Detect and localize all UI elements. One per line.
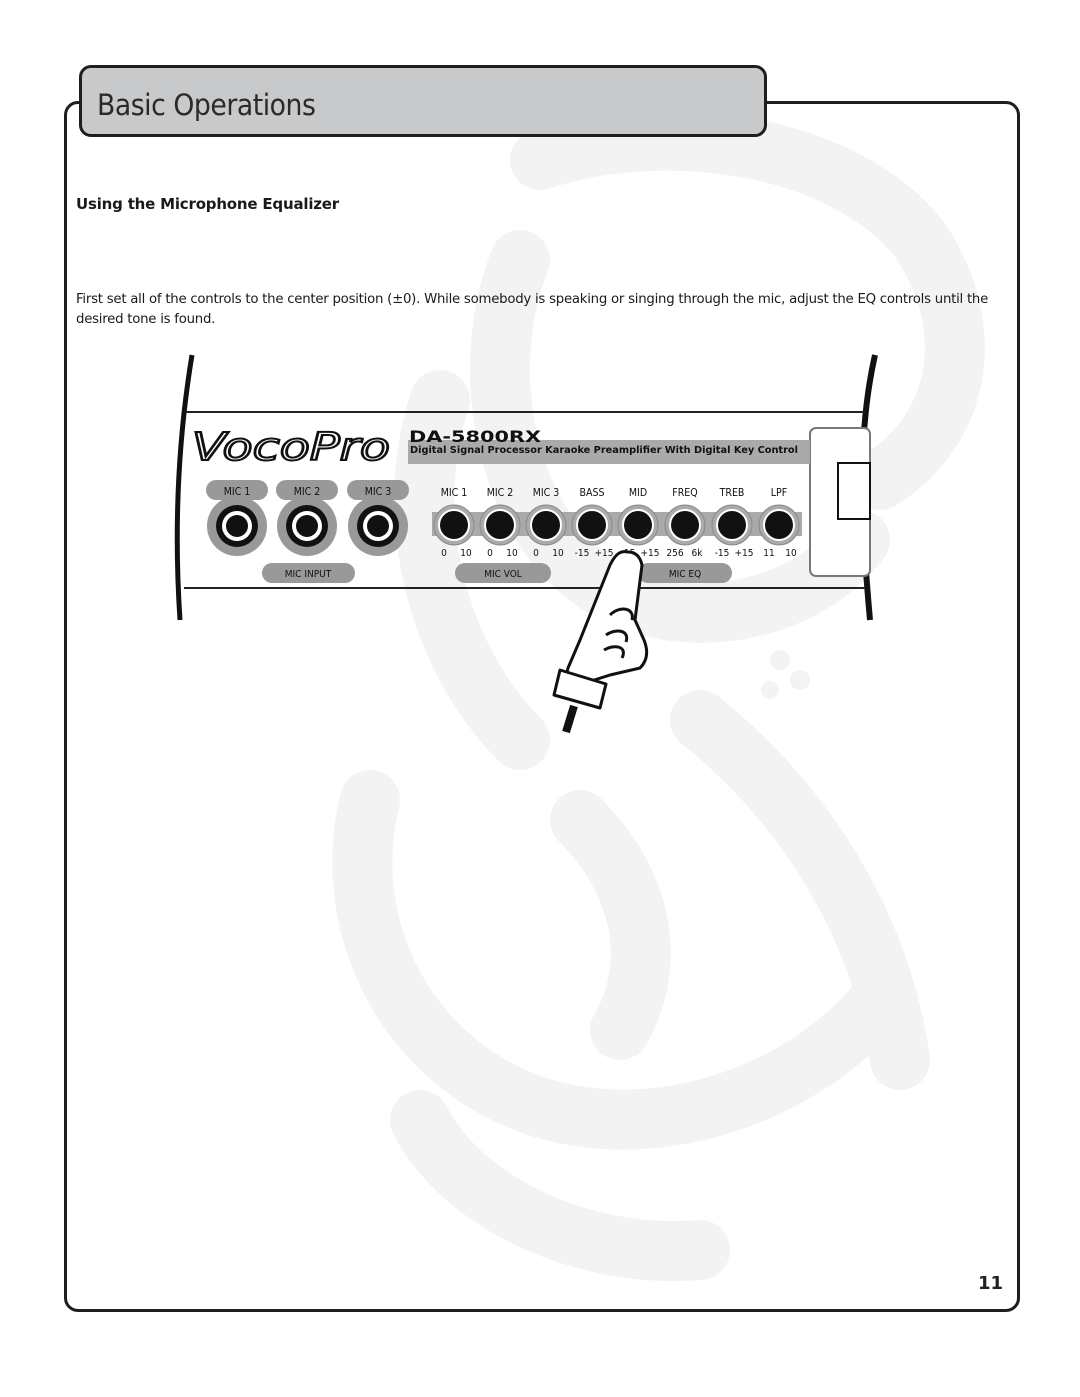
knob-cap xyxy=(438,509,470,541)
knob-label: MID xyxy=(629,487,647,499)
knob-max-label: 10 xyxy=(506,548,518,559)
knob-label: FREQ xyxy=(672,487,697,499)
model-description: Digital Signal Processor Karaoke Preampl… xyxy=(410,445,798,456)
knob-label: BASS xyxy=(580,487,605,499)
page-number: 11 xyxy=(978,1273,1004,1294)
knob-min-label: 256 xyxy=(666,548,683,559)
knob-label: MIC 1 xyxy=(441,487,468,499)
knob-freq[interactable]: FREQ 256 6k xyxy=(664,487,706,559)
knob-mic-3[interactable]: MIC 3 0 10 xyxy=(525,487,567,559)
knob-lpf[interactable]: LPF 11 10 xyxy=(758,487,800,559)
mic-vol-group-label: MIC VOL xyxy=(484,569,522,580)
knob-cap xyxy=(763,509,795,541)
knob-label: TREB xyxy=(719,487,745,499)
knob-cap xyxy=(484,509,516,541)
panel-left-edge xyxy=(174,354,195,621)
section-heading: Using the Microphone Equalizer xyxy=(76,195,339,213)
knob-max-label: 10 xyxy=(785,548,797,559)
display-window xyxy=(837,462,871,520)
knob-mic-2[interactable]: MIC 2 0 10 xyxy=(479,487,521,559)
knob-cap xyxy=(622,509,654,541)
knob-mid[interactable]: MID-15+15 xyxy=(617,487,660,559)
title-tab: Basic Operations xyxy=(79,65,767,137)
knob-min-label: 0 xyxy=(487,548,493,559)
knob-max-label: +15 xyxy=(641,548,660,559)
knob-max-label: 10 xyxy=(460,548,472,559)
model-name: DA-5800RX xyxy=(409,427,541,446)
knob-label: MIC 3 xyxy=(533,487,560,499)
mic-input-jack-2[interactable]: MIC 2 xyxy=(276,480,338,556)
mic-input-group-label: MIC INPUT xyxy=(285,569,332,580)
knob-treb[interactable]: TREB -15 +15 xyxy=(711,487,754,559)
mic-eq-group-label: MIC EQ xyxy=(669,569,701,580)
knob-max-label: +15 xyxy=(595,548,614,559)
page-title: Basic Operations xyxy=(97,88,316,122)
mic-input-jack-3[interactable]: MIC 3 xyxy=(347,480,409,556)
knob-max-label: 6k xyxy=(692,548,704,559)
knob-cap xyxy=(669,509,701,541)
knob-min-label: 11 xyxy=(763,548,774,559)
brand-logo: VocoPro xyxy=(192,425,390,469)
device-panel-illustration: VocoPro DA-5800RX Digital Signal Process… xyxy=(174,354,878,734)
knob-cap xyxy=(530,509,562,541)
instructions-paragraph: First set all of the controls to the cen… xyxy=(76,292,989,327)
knob-label: MIC 2 xyxy=(487,487,514,499)
knob-max-label: +15 xyxy=(735,548,754,559)
mic-input-jack-1[interactable]: MIC 1 xyxy=(206,480,268,556)
knob-min-label: 0 xyxy=(441,548,447,559)
knob-cap xyxy=(576,509,608,541)
knob-min-label: 0 xyxy=(533,548,539,559)
knob-cap xyxy=(716,509,748,541)
knob-bass[interactable]: BASS -15 +15 xyxy=(571,487,614,559)
mic-input-jacks: MIC 1 MIC 2 MIC 3 xyxy=(206,480,409,556)
knob-label: LPF xyxy=(771,487,787,499)
knob-min-label: -15 xyxy=(575,548,590,559)
knob-min-label: -15 xyxy=(715,548,730,559)
knob-max-label: 10 xyxy=(552,548,564,559)
pointing-hand-icon xyxy=(552,550,649,734)
knob-mic-1[interactable]: MIC 1 0 10 xyxy=(433,487,475,559)
